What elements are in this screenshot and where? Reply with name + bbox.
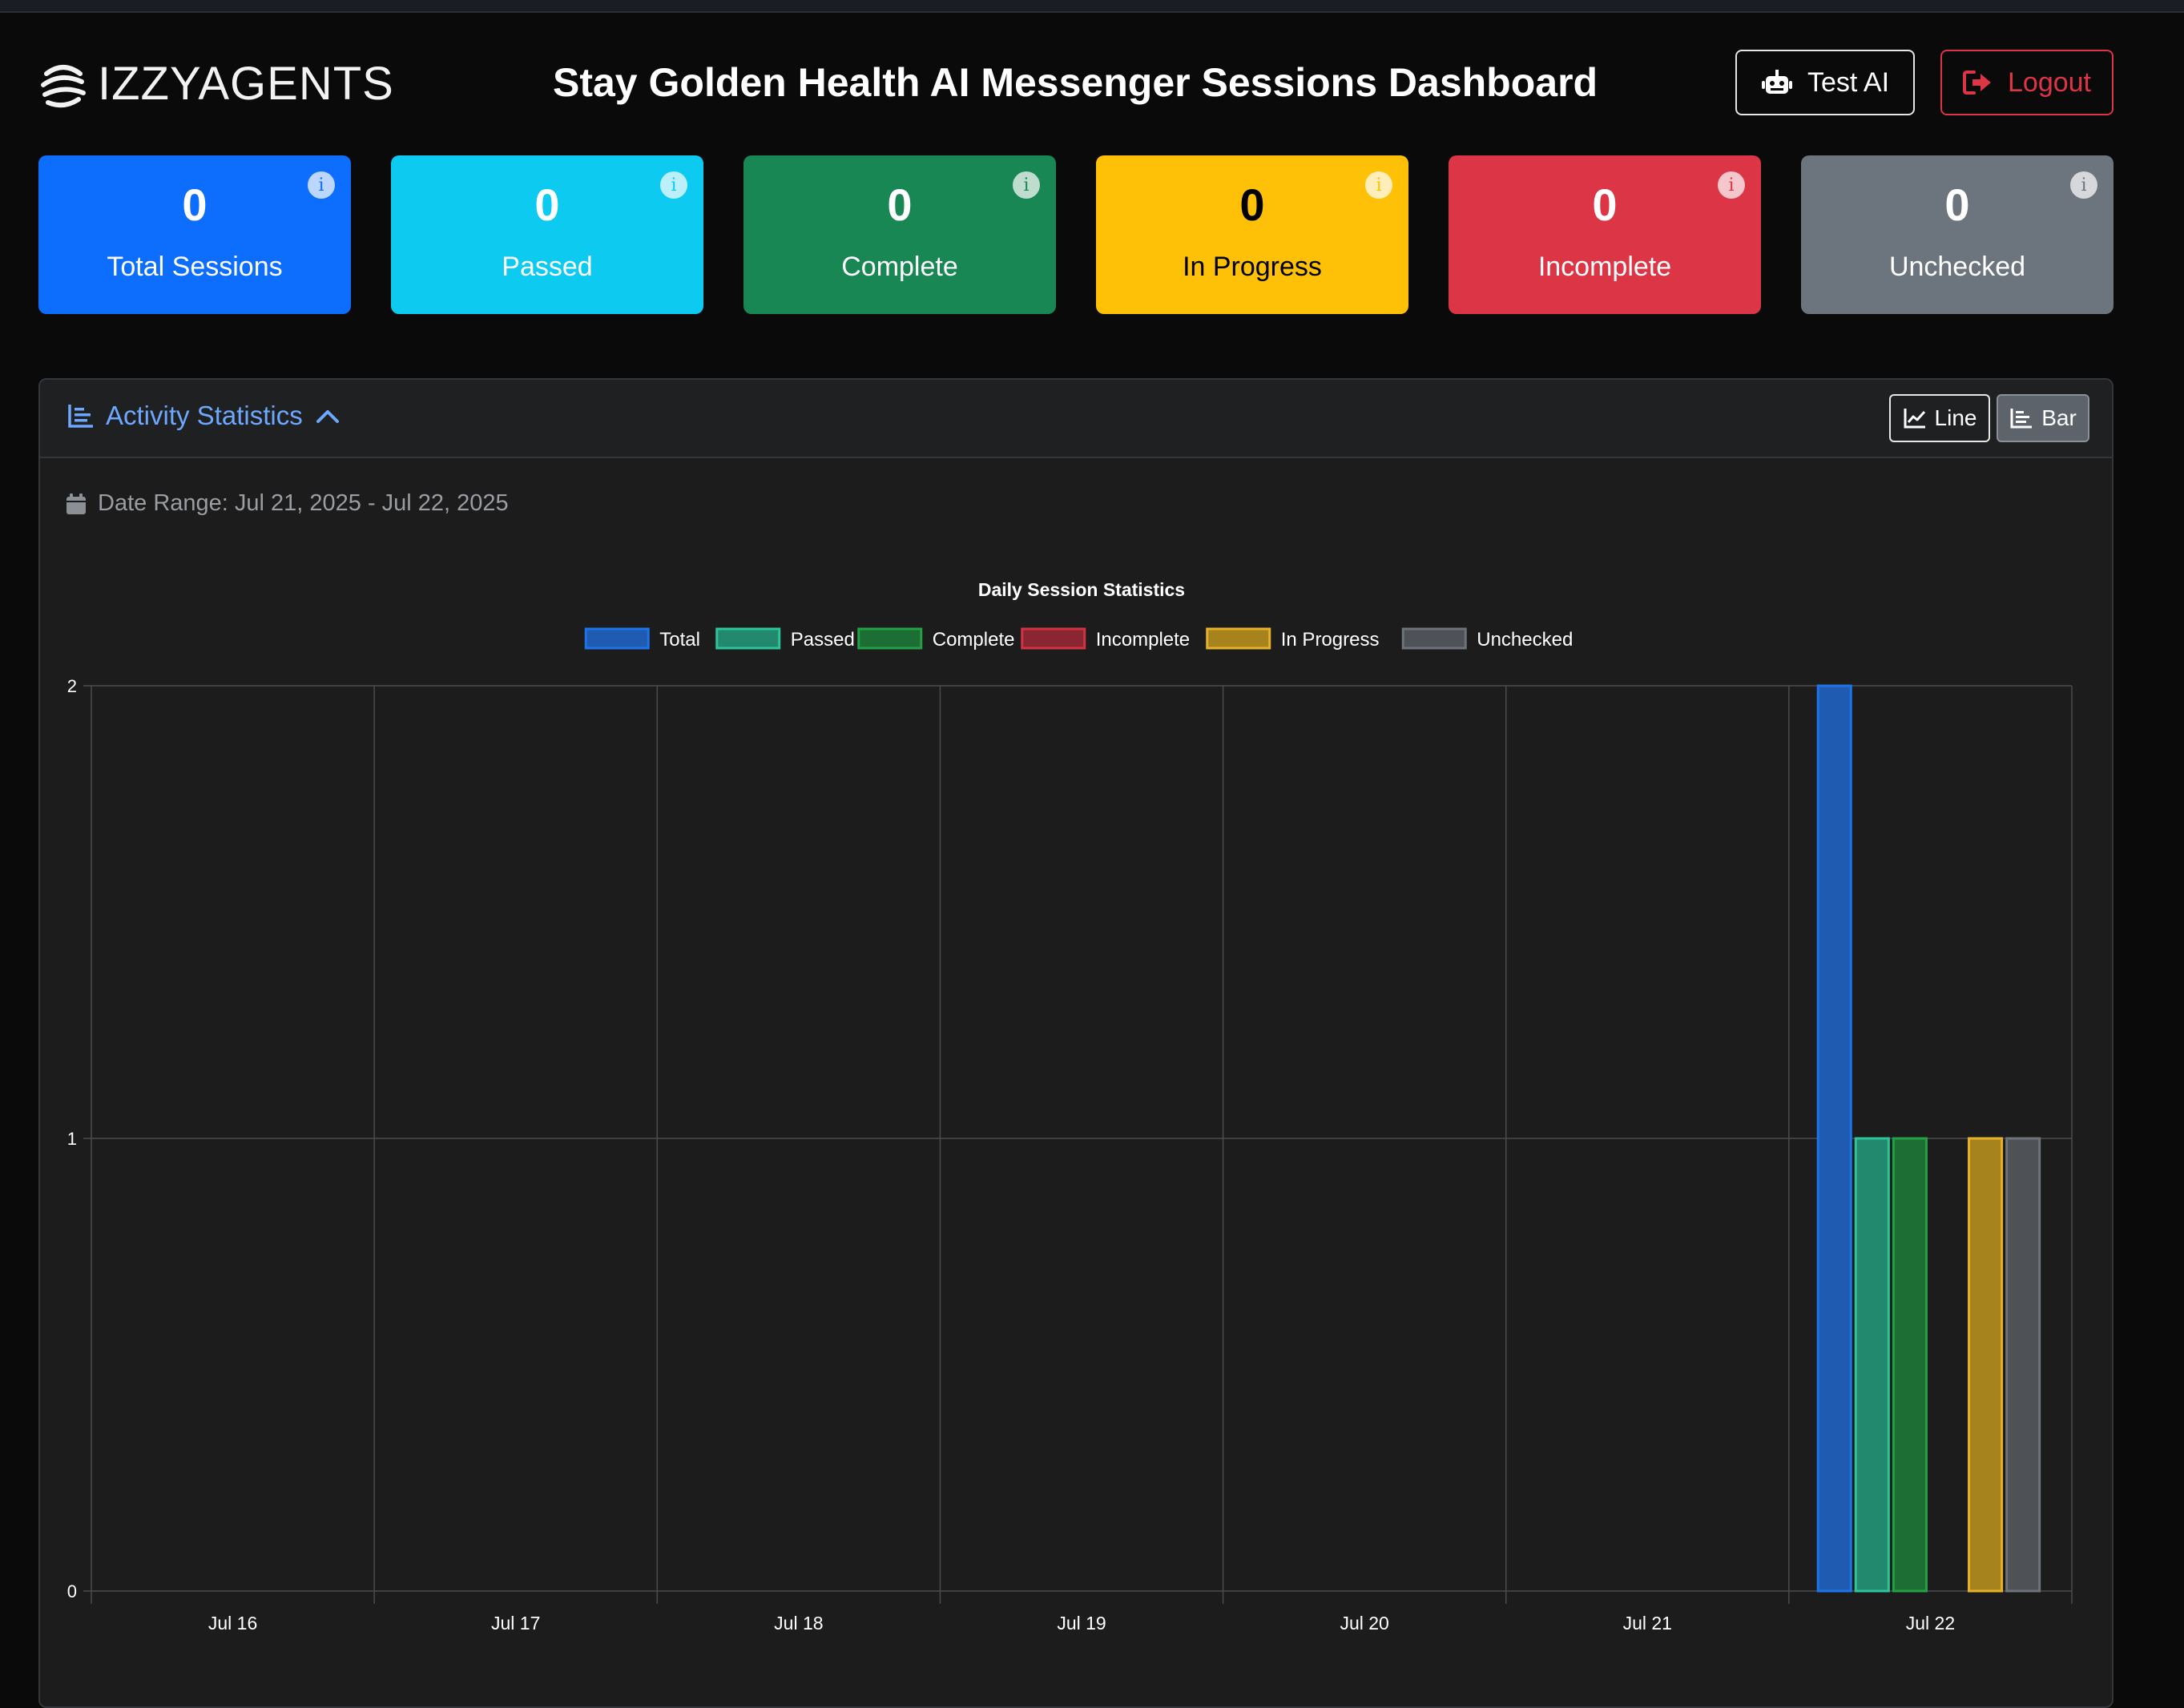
calendar-icon [66,493,86,514]
activity-statistics-toggle[interactable]: Activity Statistics [67,401,341,431]
legend-swatch [715,627,781,650]
bar [2005,1137,2041,1593]
brand-logo[interactable]: IZZYAGENTS [37,56,394,112]
window-top-bar [0,0,2184,13]
legend-label: Total [659,629,700,651]
bar [1854,1137,1890,1593]
info-icon[interactable]: i [2070,171,2097,199]
card-complete: 0 Complete i [743,155,1056,314]
card-passed: 0 Passed i [391,155,703,314]
bar-chart-icon [68,405,93,428]
card-label: Passed [502,252,593,282]
brand-mark-icon [41,65,86,108]
y-tick-label: 1 [67,1129,77,1149]
card-label: In Progress [1183,252,1322,282]
legend-swatch [1206,627,1271,650]
card-value: 0 [887,179,913,230]
card-value: 0 [1944,179,1970,230]
card-label: Incomplete [1537,252,1672,282]
x-tick-label: Jul 22 [1906,1613,1955,1633]
info-icon[interactable]: i [660,171,687,199]
legend-label: Complete [933,629,1015,651]
legend-swatch [857,627,923,650]
daily-session-chart: Daily Session Statistics Total Passed Compl… [67,580,2073,1633]
card-incomplete: 0 Incomplete i [1449,155,1761,314]
panel-title: Activity Statistics [106,401,303,430]
info-icon[interactable]: i [1365,171,1392,199]
legend-label: In Progress [1281,629,1380,651]
x-tick-label: Jul 18 [774,1613,823,1633]
x-tick-label: Jul 19 [1057,1613,1106,1633]
y-tick-label: 0 [67,1581,77,1601]
card-value: 0 [182,179,208,230]
bar-chart-icon [2010,409,2033,429]
card-label: Complete [841,252,958,282]
line-chart-button[interactable]: Line [1889,394,1990,442]
card-value: 0 [1239,179,1265,230]
legend-swatch [1401,627,1467,650]
bar [1816,684,1852,1593]
date-range: Date Range: Jul 21, 2025 - Jul 22, 2025 [66,490,509,517]
legend-swatch [584,627,650,650]
logout-icon [1963,70,1991,95]
bar-chart-button[interactable]: Bar [1997,394,2089,442]
bar-button-label: Bar [2041,405,2077,430]
chevron-up-icon [316,410,339,423]
legend-label: Incomplete [1096,629,1190,651]
test-ai-button[interactable]: Test AI [1735,50,1915,115]
bar [1892,1137,1928,1593]
card-value: 0 [534,179,560,230]
legend-label: Unchecked [1477,629,1573,651]
card-value: 0 [1592,179,1618,230]
test-ai-label: Test AI [1807,66,1890,98]
bar [1968,1137,2004,1593]
page-title: Stay Golden Health AI Messenger Sessions… [553,60,1598,105]
card-label: Unchecked [1888,252,2026,282]
activity-panel: Activity Statistics Line Bar Date Range:… [38,378,2113,1708]
x-tick-label: Jul 16 [208,1613,257,1633]
robot-icon [1761,70,1792,94]
x-tick-label: Jul 20 [1340,1613,1388,1633]
legend-swatch [1021,627,1086,650]
card-label: Total Sessions [107,252,283,282]
card-total-sessions: 0 Total Sessions i [38,155,351,314]
x-tick-label: Jul 21 [1623,1613,1672,1633]
line-button-label: Line [1934,405,1977,430]
card-unchecked: 0 Unchecked i [1801,155,2113,314]
brand-name: IZZYAGENTS [98,58,394,110]
card-in-progress: 0 In Progress i [1096,155,1408,314]
info-icon[interactable]: i [1013,171,1040,199]
info-icon[interactable]: i [1718,171,1745,199]
logout-label: Logout [2008,66,2091,98]
date-range-text: Date Range: Jul 21, 2025 - Jul 22, 2025 [98,490,509,516]
x-tick-label: Jul 17 [491,1613,540,1633]
y-tick-label: 2 [67,676,77,696]
chart-title: Daily Session Statistics [978,580,1185,600]
panel-header: Activity Statistics Line Bar [40,380,2112,458]
line-chart-icon [1904,409,1925,429]
legend-label: Passed [791,629,855,651]
logout-button[interactable]: Logout [1940,50,2113,115]
info-icon[interactable]: i [308,171,335,199]
